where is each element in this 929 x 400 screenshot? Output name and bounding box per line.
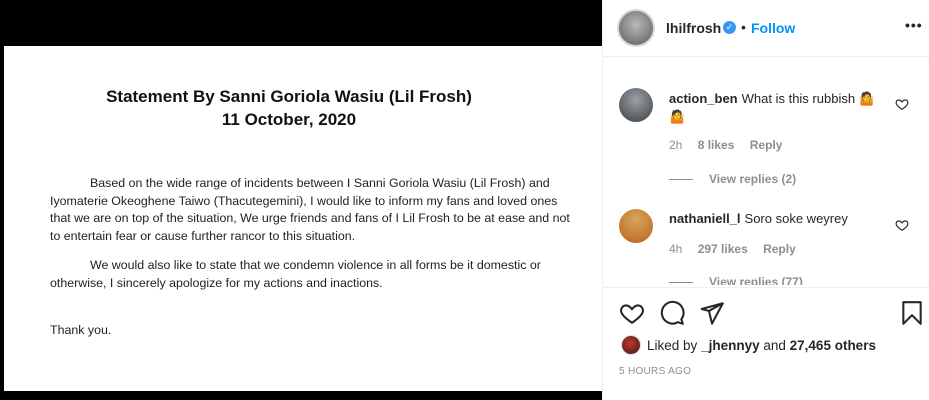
comment-username[interactable]: action_ben — [669, 91, 738, 106]
comment-username[interactable]: nathaniell_l — [669, 211, 741, 226]
follow-button[interactable]: Follow — [751, 20, 795, 36]
statement-image: Statement By Sanni Goriola Wasiu (Lil Fr… — [4, 46, 602, 391]
header-separator: • — [741, 19, 746, 35]
post-header: lhilfrosh ✓ • Follow ••• — [603, 0, 929, 57]
comment-text: action_ben What is this rubbish 🤷 🤷 — [669, 90, 891, 126]
like-heart-icon[interactable] — [619, 300, 645, 326]
divider — [669, 282, 693, 284]
reply-button[interactable]: Reply — [750, 138, 783, 152]
save-bookmark-icon[interactable] — [899, 300, 925, 326]
like-heart-icon[interactable] — [895, 218, 909, 232]
comment-bubble-icon[interactable] — [659, 300, 685, 326]
post-side-panel: lhilfrosh ✓ • Follow ••• action_ben What … — [602, 0, 929, 400]
comment-text: nathaniell_l Soro soke weyrey — [669, 210, 891, 228]
avatar[interactable] — [619, 88, 653, 122]
view-replies-button[interactable]: View replies (77) — [669, 275, 803, 285]
comment-likes[interactable]: 8 likes — [698, 138, 735, 152]
liked-by-username[interactable]: _jhennyy — [701, 338, 760, 353]
avatar[interactable] — [621, 335, 641, 355]
statement-paragraph-2: We would also like to state that we cond… — [50, 258, 541, 290]
comment-time: 4h — [669, 242, 683, 256]
post-actions: Liked by _jhennyy and 27,465 others 5 HO… — [603, 287, 929, 399]
comment-meta: 4h 297 likes Reply — [669, 242, 808, 256]
comment-likes[interactable]: 297 likes — [698, 242, 748, 256]
header-username[interactable]: lhilfrosh — [666, 20, 721, 36]
comment-body: Soro soke weyrey — [744, 211, 848, 226]
avatar[interactable] — [617, 9, 655, 47]
statement-closing: Thank you. — [50, 323, 112, 337]
post-media: Statement By Sanni Goriola Wasiu (Lil Fr… — [0, 0, 602, 400]
post-timestamp[interactable]: 5 HOURS AGO — [619, 366, 691, 377]
share-paper-plane-icon[interactable] — [699, 300, 725, 326]
comment-meta: 2h 8 likes Reply — [669, 138, 794, 152]
avatar[interactable] — [619, 209, 653, 243]
likes-count[interactable]: 27,465 others — [790, 338, 876, 353]
divider — [669, 179, 693, 181]
liked-by-and: and — [763, 338, 786, 353]
liked-by-prefix: Liked by — [647, 338, 698, 353]
statement-date: 11 October, 2020 — [221, 110, 357, 129]
comments-list[interactable]: action_ben What is this rubbish 🤷 🤷 2h 8 … — [603, 58, 929, 285]
verified-badge-icon: ✓ — [723, 21, 736, 34]
comment-time: 2h — [669, 138, 683, 152]
more-options-icon[interactable]: ••• — [905, 17, 923, 33]
reply-button[interactable]: Reply — [763, 242, 796, 256]
statement-title: Statement By Sanni Goriola Wasiu (Lil Fr… — [106, 87, 472, 106]
liked-by-text: Liked by _jhennyy and 27,465 others — [647, 338, 876, 353]
like-heart-icon[interactable] — [895, 97, 909, 111]
statement-paragraph-1: Based on the wide range of incidents bet… — [50, 176, 570, 243]
view-replies-button[interactable]: View replies (2) — [669, 172, 796, 186]
